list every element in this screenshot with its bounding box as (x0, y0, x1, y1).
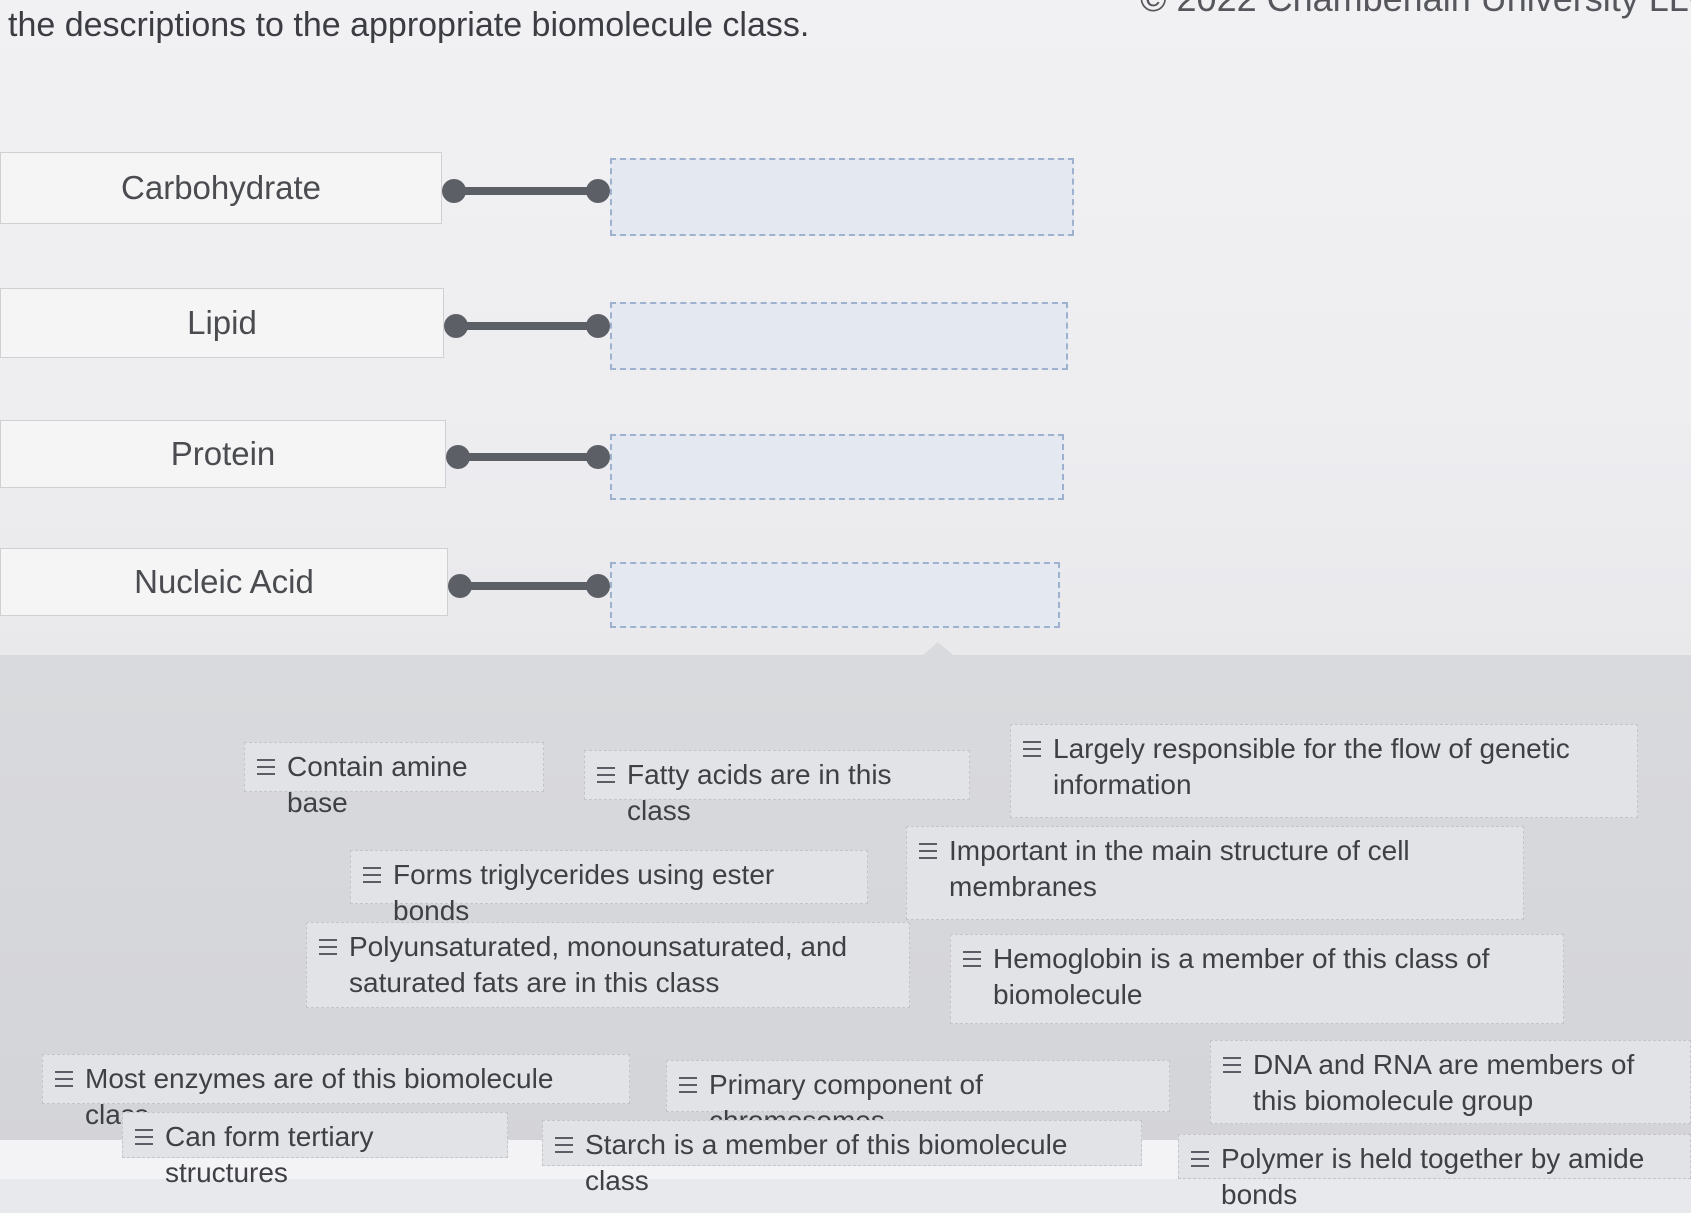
answer-card[interactable]: Largely responsible for the flow of gene… (1010, 724, 1638, 818)
term-lipid: Lipid (0, 288, 444, 358)
answer-card[interactable]: Primary component of chromosomes (666, 1060, 1170, 1136)
connector-protein (446, 443, 610, 471)
answer-card[interactable]: Fatty acids are in this class (584, 750, 970, 826)
answer-card[interactable]: Most enzymes are of this biomolecule cla… (42, 1054, 630, 1130)
answer-card-text: Polyunsaturated, monounsaturated, and sa… (349, 931, 848, 998)
answer-card-text: DNA and RNA are members of this biomolec… (1253, 1049, 1635, 1116)
answer-card-text: Contain amine base (287, 751, 468, 818)
drag-handle-icon (679, 1077, 697, 1098)
answer-card[interactable]: Can form tertiary structures (122, 1112, 508, 1188)
copyright-text: © 2022 Chamberlain University LLC (1140, 0, 1691, 20)
connector-line (458, 453, 598, 461)
dropzone-nucleic-acid[interactable] (610, 562, 1060, 628)
answer-card-text: Fatty acids are in this class (627, 759, 892, 826)
answer-card[interactable]: Forms triglycerides using ester bonds (350, 850, 868, 926)
connector-end-knob (586, 179, 610, 203)
drag-handle-icon (363, 867, 381, 888)
instruction-text: the descriptions to the appropriate biom… (8, 6, 810, 44)
drag-handle-icon (1191, 1151, 1209, 1172)
connector-lipid (444, 312, 610, 340)
drag-handle-icon (919, 843, 937, 864)
answer-card-text: Hemoglobin is a member of this class of … (993, 943, 1490, 1010)
answer-card[interactable]: Polyunsaturated, monounsaturated, and sa… (306, 922, 910, 1008)
dropzone-carbohydrate[interactable] (610, 158, 1074, 236)
term-protein: Protein (0, 420, 446, 488)
drag-handle-icon (55, 1071, 73, 1092)
term-carbohydrate: Carbohydrate (0, 152, 442, 224)
drag-handle-icon (135, 1129, 153, 1150)
connector-nucleic-acid (448, 572, 610, 600)
drag-handle-icon (1023, 741, 1041, 762)
connector-end-knob (586, 445, 610, 469)
answer-card[interactable]: Starch is a member of this biomolecule c… (542, 1120, 1142, 1196)
answer-bank-pointer (922, 642, 954, 656)
answer-card[interactable]: Hemoglobin is a member of this class of … (950, 934, 1564, 1024)
drag-handle-icon (555, 1137, 573, 1158)
connector-carbohydrate (442, 177, 610, 205)
drag-handle-icon (963, 951, 981, 972)
connector-end-knob (586, 314, 610, 338)
dropzone-protein[interactable] (610, 434, 1064, 500)
answer-card-text: Starch is a member of this biomolecule c… (585, 1129, 1068, 1196)
answer-card[interactable]: Polymer is held together by amide bonds (1178, 1134, 1691, 1210)
connector-line (454, 187, 598, 195)
answer-card-text: Important in the main structure of cell … (949, 835, 1410, 902)
connector-end-knob (586, 574, 610, 598)
connector-line (456, 322, 598, 330)
drag-handle-icon (257, 759, 275, 780)
drag-handle-icon (319, 939, 337, 960)
answer-card-text: Forms triglycerides using ester bonds (393, 859, 775, 926)
answer-card-text: Largely responsible for the flow of gene… (1053, 733, 1570, 800)
answer-card-text: Polymer is held together by amide bonds (1221, 1143, 1645, 1210)
dropzone-lipid[interactable] (610, 302, 1068, 370)
drag-handle-icon (597, 767, 615, 788)
term-nucleic-acid: Nucleic Acid (0, 548, 448, 616)
connector-line (460, 582, 598, 590)
answer-card[interactable]: Contain amine base (244, 742, 544, 818)
drag-handle-icon (1223, 1057, 1241, 1078)
answer-card-text: Can form tertiary structures (165, 1121, 374, 1188)
answer-card[interactable]: Important in the main structure of cell … (906, 826, 1524, 920)
answer-card[interactable]: DNA and RNA are members of this biomolec… (1210, 1040, 1691, 1124)
